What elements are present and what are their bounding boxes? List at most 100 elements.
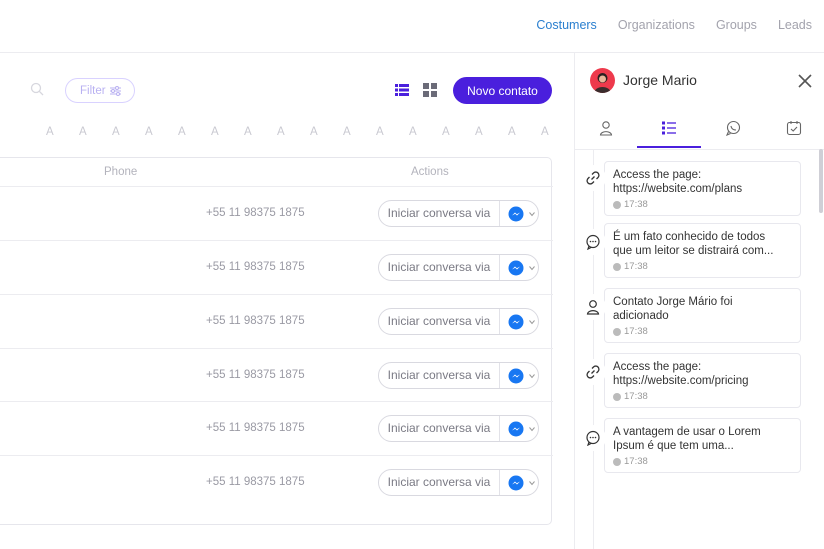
phone-cell: +55 11 98375 1875 bbox=[206, 207, 305, 219]
chevron-down-icon[interactable] bbox=[529, 265, 535, 271]
chevron-down-icon[interactable] bbox=[529, 211, 535, 217]
letter-filter[interactable]: A bbox=[442, 126, 450, 138]
column-header-actions: Actions bbox=[411, 166, 449, 178]
avatar bbox=[590, 68, 615, 93]
table-row: +55 11 98375 1875 Iniciar conversa via bbox=[0, 240, 553, 294]
letter-filter[interactable]: A bbox=[112, 126, 120, 138]
timeline-line bbox=[593, 150, 594, 549]
timeline-time-text: 17:38 bbox=[624, 199, 648, 210]
timeline-card: É um fato conhecido de todos que um leit… bbox=[604, 223, 801, 278]
alphabet-filter: A A A A A A A A A A A A A A A A bbox=[46, 126, 556, 142]
timeline-card: Contato Jorge Mário foi adicionado 17:38 bbox=[604, 288, 801, 343]
start-conversation-button[interactable]: Iniciar conversa via bbox=[378, 254, 539, 281]
clock-icon bbox=[613, 392, 621, 401]
clock-icon bbox=[613, 327, 621, 336]
letter-filter[interactable]: A bbox=[409, 126, 417, 138]
panel-tabs bbox=[575, 116, 824, 150]
tab-chat-whatsapp-icon[interactable] bbox=[725, 120, 741, 136]
start-conversation-label: Iniciar conversa via bbox=[379, 309, 500, 334]
start-conversation-label: Iniciar conversa via bbox=[379, 416, 500, 441]
user-icon bbox=[580, 294, 606, 320]
timeline-text-line2: que um leitor se distrairá com... bbox=[613, 245, 774, 257]
start-conversation-label: Iniciar conversa via bbox=[379, 255, 500, 280]
phone-cell: +55 11 98375 1875 bbox=[206, 422, 305, 434]
nav-links: Costumers Organizations Groups Leads bbox=[536, 18, 812, 32]
search-icon[interactable] bbox=[30, 82, 44, 96]
chat-icon bbox=[580, 229, 606, 255]
start-conversation-button[interactable]: Iniciar conversa via bbox=[378, 415, 539, 442]
column-header-phone: Phone bbox=[104, 166, 138, 178]
clock-icon bbox=[613, 457, 621, 466]
timeline-time-text: 17:38 bbox=[624, 326, 648, 337]
panel-scrollbar[interactable] bbox=[819, 149, 823, 213]
letter-filter[interactable]: A bbox=[79, 126, 87, 138]
letter-filter[interactable]: A bbox=[541, 126, 549, 138]
nav-item-groups[interactable]: Groups bbox=[716, 18, 757, 32]
avatar-person-icon bbox=[594, 73, 611, 93]
table-row: +55 11 98375 1875 Iniciar conversa via bbox=[0, 186, 553, 240]
letter-filter[interactable]: A bbox=[310, 126, 318, 138]
chevron-down-icon[interactable] bbox=[529, 373, 535, 379]
chat-icon bbox=[580, 425, 606, 451]
link-icon bbox=[580, 359, 606, 385]
sliders-icon bbox=[109, 85, 121, 96]
phone-cell: +55 11 98375 1875 bbox=[206, 369, 305, 381]
letter-filter[interactable]: A bbox=[343, 126, 351, 138]
messenger-icon[interactable] bbox=[508, 475, 524, 491]
start-conversation-button[interactable]: Iniciar conversa via bbox=[378, 200, 539, 227]
chevron-down-icon[interactable] bbox=[529, 426, 535, 432]
messenger-icon[interactable] bbox=[508, 368, 524, 384]
tab-activity-list-icon[interactable] bbox=[661, 120, 677, 136]
messenger-icon[interactable] bbox=[508, 421, 524, 437]
start-conversation-button[interactable]: Iniciar conversa via bbox=[378, 469, 539, 496]
timeline-text-line1: Contato Jorge Mário foi bbox=[613, 296, 733, 308]
contact-name: Jorge Mario bbox=[623, 72, 697, 88]
contacts-table: Phone Actions +55 11 98375 1875 Iniciar … bbox=[0, 157, 553, 525]
link-icon bbox=[580, 165, 606, 191]
clock-icon bbox=[613, 262, 621, 271]
letter-filter[interactable]: A bbox=[211, 126, 219, 138]
timeline-text-line2[interactable]: https://website.com/pricing bbox=[613, 374, 792, 388]
clock-icon bbox=[613, 200, 621, 209]
timeline-text-line2: adicionado bbox=[613, 310, 669, 322]
phone-cell: +55 11 98375 1875 bbox=[206, 315, 305, 327]
letter-filter[interactable]: A bbox=[508, 126, 516, 138]
phone-cell: +55 11 98375 1875 bbox=[206, 261, 305, 273]
letter-filter[interactable]: A bbox=[277, 126, 285, 138]
nav-item-organizations[interactable]: Organizations bbox=[618, 18, 695, 32]
letter-filter[interactable]: A bbox=[178, 126, 186, 138]
letter-filter[interactable]: A bbox=[475, 126, 483, 138]
nav-item-leads[interactable]: Leads bbox=[778, 18, 812, 32]
timeline-text-line2: Ipsum é que tem uma... bbox=[613, 440, 734, 452]
new-contact-button[interactable]: Novo contato bbox=[453, 77, 552, 104]
active-tab-indicator bbox=[637, 146, 701, 148]
grid-view-icon[interactable] bbox=[423, 83, 437, 97]
messenger-icon[interactable] bbox=[508, 206, 524, 222]
timeline-time-text: 17:38 bbox=[624, 391, 648, 402]
nav-item-costumers[interactable]: Costumers bbox=[536, 18, 596, 32]
list-view-icon[interactable] bbox=[395, 83, 409, 97]
chevron-down-icon[interactable] bbox=[529, 319, 535, 325]
filter-button[interactable]: Filter bbox=[65, 78, 135, 103]
chevron-down-icon[interactable] bbox=[529, 480, 535, 486]
letter-filter[interactable]: A bbox=[244, 126, 252, 138]
messenger-icon[interactable] bbox=[508, 260, 524, 276]
start-conversation-label: Iniciar conversa via bbox=[379, 470, 500, 495]
phone-cell: +55 11 98375 1875 bbox=[206, 476, 305, 488]
timeline-text-line2[interactable]: https://website.com/plans bbox=[613, 182, 792, 196]
timeline-card: Access the page: https://website.com/pla… bbox=[604, 161, 801, 216]
timeline-text-line1: A vantagem de usar o Lorem bbox=[613, 426, 761, 438]
letter-filter[interactable]: A bbox=[376, 126, 384, 138]
start-conversation-label: Iniciar conversa via bbox=[379, 363, 500, 388]
tab-tasks-calendar-check-icon[interactable] bbox=[786, 120, 802, 136]
table-row: +55 11 98375 1875 Iniciar conversa via bbox=[0, 348, 553, 402]
messenger-icon[interactable] bbox=[508, 314, 524, 330]
start-conversation-button[interactable]: Iniciar conversa via bbox=[378, 308, 539, 335]
letter-filter[interactable]: A bbox=[145, 126, 153, 138]
start-conversation-button[interactable]: Iniciar conversa via bbox=[378, 362, 539, 389]
close-icon[interactable] bbox=[797, 73, 813, 89]
top-nav: Costumers Organizations Groups Leads bbox=[0, 0, 824, 53]
table-row: +55 11 98375 1875 Iniciar conversa via bbox=[0, 294, 553, 348]
tab-profile-user-icon[interactable] bbox=[598, 120, 614, 136]
letter-filter[interactable]: A bbox=[46, 126, 54, 138]
